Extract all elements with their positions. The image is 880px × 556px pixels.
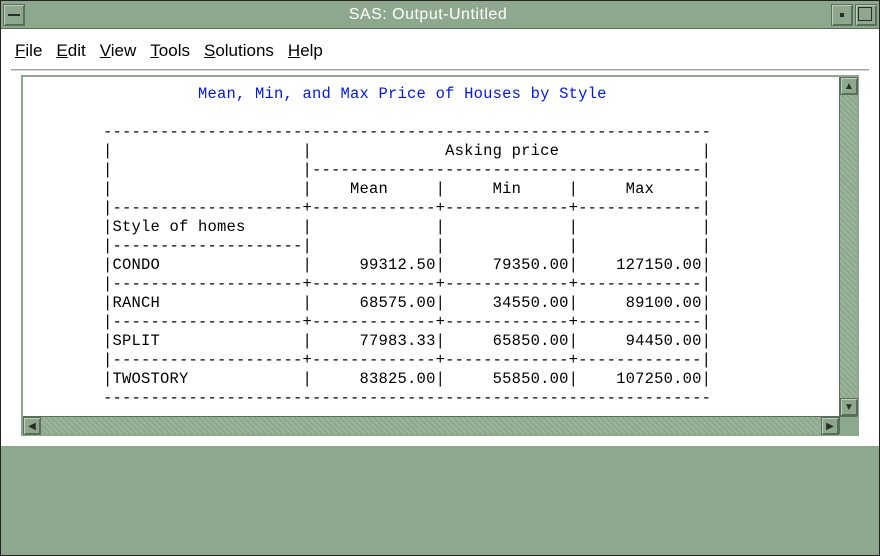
scroll-right-button[interactable]: ▶ <box>821 417 839 435</box>
window-controls <box>831 4 877 26</box>
menu-edit[interactable]: Edit <box>56 41 85 61</box>
scroll-up-button[interactable]: ▲ <box>840 77 858 95</box>
client-area: Mean, Min, and Max Price of Houses by St… <box>11 71 869 446</box>
horizontal-scrollbar[interactable]: ◀ ▶ <box>23 416 839 434</box>
menu-file[interactable]: File <box>15 41 42 61</box>
vertical-scrollbar[interactable]: ▲ ▼ <box>839 77 857 416</box>
menubar: File Edit View Tools Solutions Help <box>11 35 869 69</box>
menu-solutions[interactable]: Solutions <box>204 41 274 61</box>
menu-help[interactable]: Help <box>288 41 323 61</box>
scroll-left-button[interactable]: ◀ <box>23 417 41 435</box>
menubar-container: File Edit View Tools Solutions Help Mean… <box>1 29 879 446</box>
maximize-button[interactable] <box>855 4 877 26</box>
menu-view[interactable]: View <box>100 41 137 61</box>
titlebar: SAS: Output-Untitled <box>1 1 879 29</box>
output-frame: Mean, Min, and Max Price of Houses by St… <box>21 75 859 436</box>
scroll-down-button[interactable]: ▼ <box>840 398 858 416</box>
horizontal-scroll-track[interactable] <box>41 417 821 434</box>
vertical-scroll-track[interactable] <box>840 95 857 398</box>
window-menu-button[interactable] <box>3 4 25 26</box>
window-title: SAS: Output-Untitled <box>25 6 831 24</box>
app-window: SAS: Output-Untitled File Edit View Tool… <box>0 0 880 556</box>
menu-tools[interactable]: Tools <box>150 41 190 61</box>
sas-output-text: Mean, Min, and Max Price of Houses by St… <box>27 85 835 408</box>
scrollbar-corner <box>839 416 857 434</box>
minimize-button[interactable] <box>831 4 853 26</box>
output-viewport[interactable]: Mean, Min, and Max Price of Houses by St… <box>23 77 839 416</box>
